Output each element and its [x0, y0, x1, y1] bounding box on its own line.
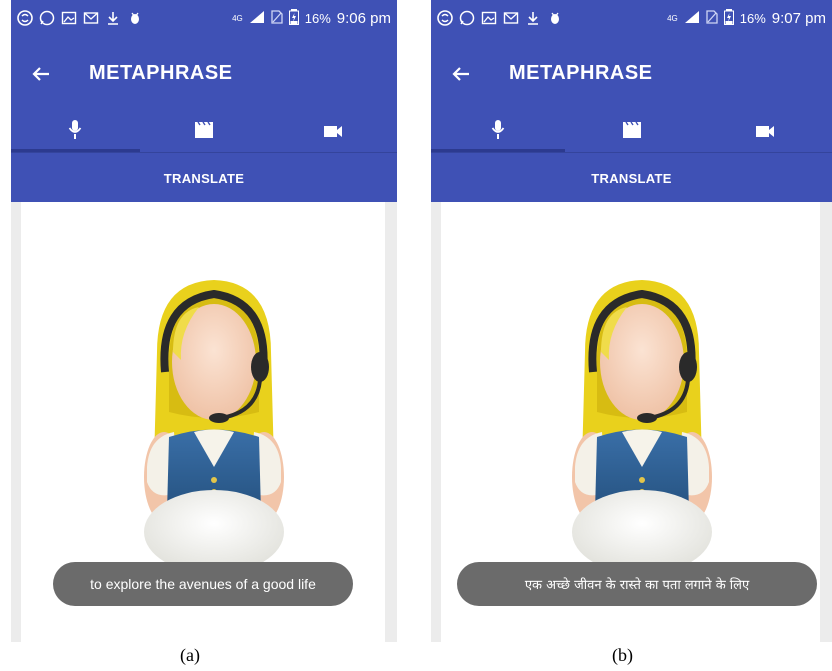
figure-caption-a: (a): [180, 645, 200, 665]
tab-movie[interactable]: [140, 112, 269, 152]
back-button[interactable]: [441, 56, 481, 96]
operator-avatar-illustration: [136, 280, 292, 581]
clapperboard-icon: [194, 121, 214, 143]
battery-percent: 16%: [739, 11, 766, 26]
phone-screen-b: 4G 16% 9:07 pm METAPHRASE TRANSLATE एक अ…: [431, 0, 832, 642]
mic-icon: [491, 119, 505, 145]
clock: 9:07 pm: [771, 10, 826, 27]
download-icon: [525, 10, 541, 26]
signal-icon: [249, 10, 265, 27]
download-icon: [105, 10, 121, 26]
app-bar: METAPHRASE: [11, 40, 397, 112]
no-sim-icon: [271, 10, 283, 27]
content-card: एक अच्छे जीवन के रास्ते का पता लगाने के …: [441, 202, 820, 642]
content-area: एक अच्छे जीवन के रास्ते का पता लगाने के …: [431, 202, 832, 642]
arrow-back-icon: [31, 64, 51, 88]
network-type: 4G: [667, 14, 678, 23]
battery-percent: 16%: [304, 11, 331, 26]
content-card: to explore the avenues of a good life: [21, 202, 385, 642]
translation-toast: to explore the avenues of a good life: [53, 562, 353, 606]
back-button[interactable]: [21, 56, 61, 96]
figure-caption-b: (b): [612, 645, 633, 665]
content-area: to explore the avenues of a good life: [11, 202, 397, 642]
arrow-back-icon: [451, 64, 471, 88]
tab-audio[interactable]: [431, 112, 565, 152]
gallery-icon: [61, 10, 77, 26]
tab-movie[interactable]: [565, 112, 699, 152]
status-bar: 4G 16% 9:06 pm: [11, 0, 397, 40]
network-type: 4G: [232, 14, 243, 23]
app-title: METAPHRASE: [509, 62, 653, 84]
tab-audio[interactable]: [11, 112, 140, 152]
videocam-icon: [755, 123, 775, 142]
status-bar: 4G 16% 9:07 pm: [431, 0, 832, 40]
app-bar: METAPHRASE: [431, 40, 832, 112]
tab-bar: [431, 112, 832, 152]
bug-icon: [127, 10, 143, 26]
whatsapp-icon: [459, 10, 475, 26]
mail-icon: [503, 10, 519, 26]
videocam-icon: [323, 123, 343, 142]
no-sim-icon: [706, 10, 718, 27]
translate-button[interactable]: TRANSLATE: [11, 152, 397, 203]
translate-button[interactable]: TRANSLATE: [431, 152, 832, 203]
bug-icon: [547, 10, 563, 26]
clapperboard-icon: [622, 121, 642, 143]
mail-icon: [83, 10, 99, 26]
tab-bar: [11, 112, 397, 152]
phone-screen-a: 4G 16% 9:06 pm METAPHRASE TRANSLATE to e…: [11, 0, 397, 642]
translation-toast: एक अच्छे जीवन के रास्ते का पता लगाने के …: [457, 562, 817, 606]
whatsapp-icon: [39, 10, 55, 26]
tab-video[interactable]: [698, 112, 832, 152]
sync-icon: [17, 10, 33, 26]
operator-avatar-illustration: [564, 280, 720, 581]
app-title: METAPHRASE: [89, 62, 233, 84]
clock: 9:06 pm: [336, 10, 391, 27]
tab-video[interactable]: [268, 112, 397, 152]
battery-icon: [288, 9, 299, 28]
mic-icon: [68, 119, 82, 145]
sync-icon: [437, 10, 453, 26]
signal-icon: [684, 10, 700, 27]
gallery-icon: [481, 10, 497, 26]
battery-icon: [723, 9, 734, 28]
